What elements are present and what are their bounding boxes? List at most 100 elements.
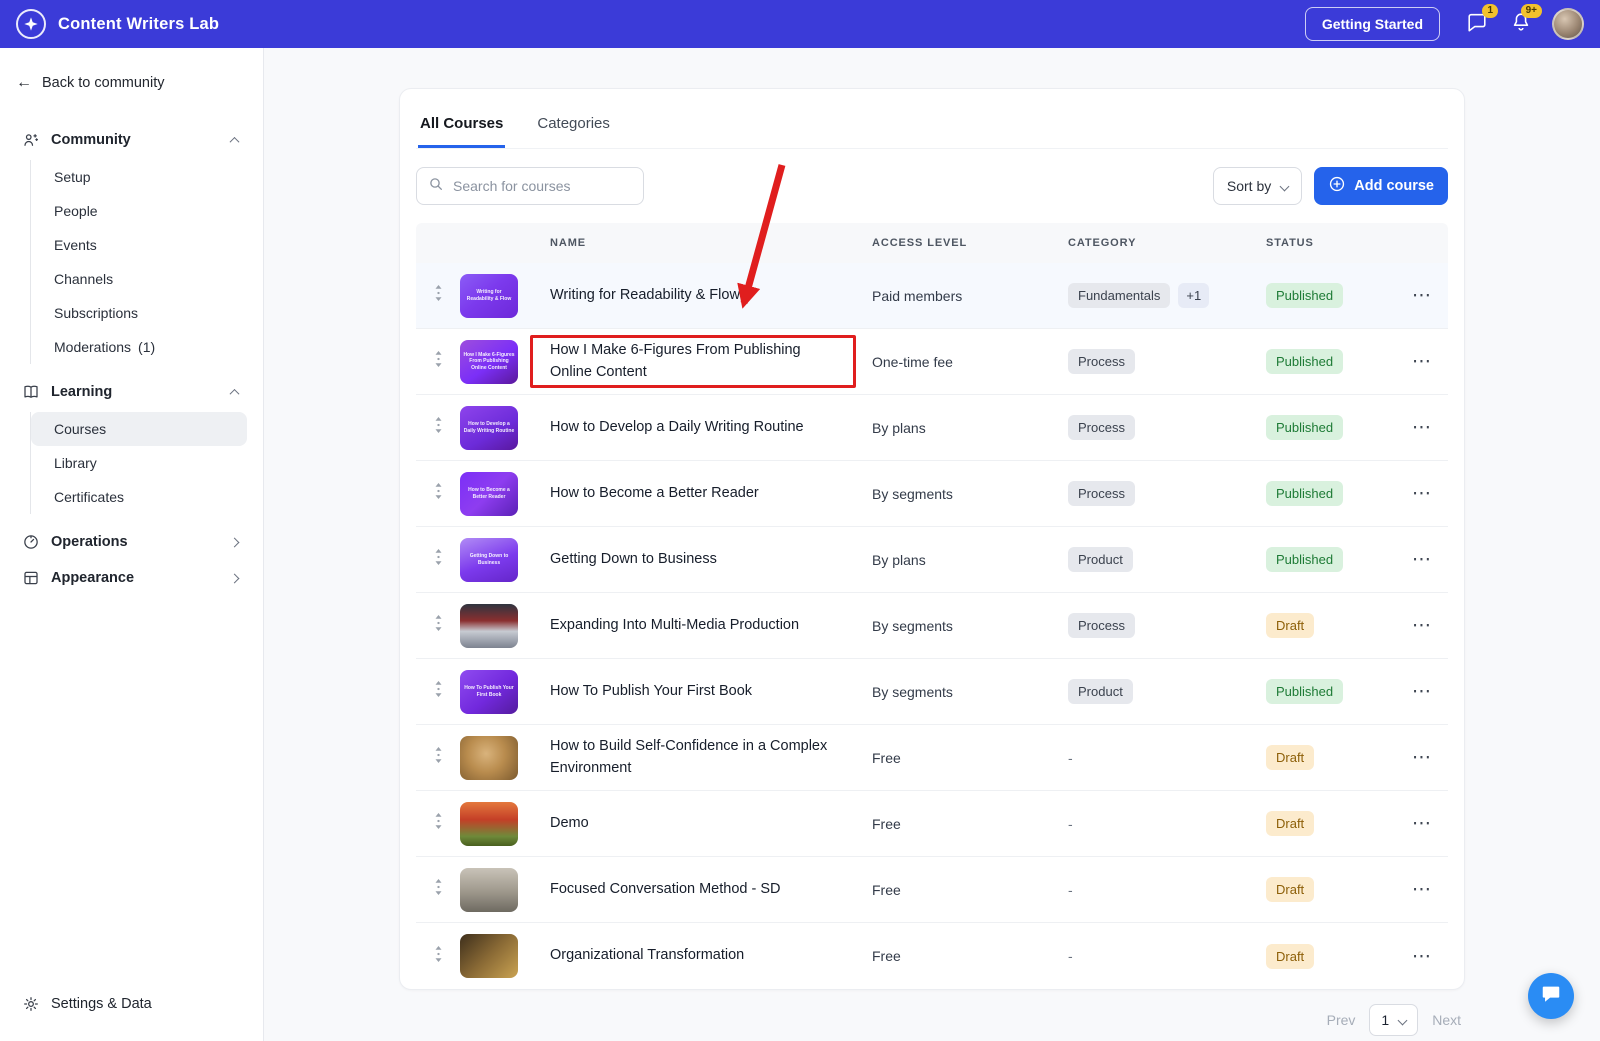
row-menu-button[interactable]: ⋯ [1412,747,1432,768]
getting-started-button[interactable]: Getting Started [1304,7,1440,41]
course-thumbnail[interactable] [460,934,518,978]
settings-and-data-link[interactable]: Settings & Data [16,987,247,1021]
course-thumbnail[interactable]: How to Become a Better Reader [460,471,518,516]
app-logo-icon[interactable] [16,9,46,39]
course-name[interactable]: How to Become a Better Reader [550,485,759,501]
next-page-button[interactable]: Next [1432,1012,1461,1028]
course-name[interactable]: How to Build Self-Confidence in a Comple… [550,738,827,776]
course-name[interactable]: Organizational Transformation [550,947,744,963]
notifications-button[interactable]: 9+ [1508,4,1542,37]
course-name-cell[interactable]: How I Make 6-Figures From Publishing Onl… [530,330,872,394]
course-thumbnail[interactable]: Writing for Readability & Flow [460,273,518,318]
course-thumbnail[interactable]: How I Make 6-Figures From Publishing Onl… [460,339,518,384]
sidebar-section-operations[interactable]: Operations [16,524,247,560]
course-thumbnail[interactable] [460,735,518,780]
drag-handle[interactable] [416,813,460,834]
sidebar-item-people[interactable]: People [31,194,247,228]
row-menu-button[interactable]: ⋯ [1412,879,1432,900]
row-menu-button[interactable]: ⋯ [1412,549,1432,570]
table-row: How To Publish Your First Book How To Pu… [416,659,1448,725]
add-course-button[interactable]: Add course [1314,167,1448,205]
course-thumbnail[interactable] [460,867,518,912]
course-name[interactable]: How I Make 6-Figures From Publishing Onl… [550,342,801,380]
course-name-cell[interactable]: Focused Conversation Method - SD [536,869,872,911]
drag-handle[interactable] [416,483,460,504]
sidebar-section-appearance[interactable]: Appearance [16,560,247,596]
course-name-cell[interactable]: How to Build Self-Confidence in a Comple… [536,726,872,790]
row-menu-button[interactable]: ⋯ [1412,813,1432,834]
drag-handle[interactable] [416,549,460,570]
course-name[interactable]: How to Develop a Daily Writing Routine [550,419,804,435]
drag-handle[interactable] [416,681,460,702]
course-thumbnail[interactable]: How To Publish Your First Book [460,669,518,714]
user-avatar[interactable] [1552,8,1584,40]
course-name[interactable]: How To Publish Your First Book [550,683,752,699]
sidebar-item-subscriptions[interactable]: Subscriptions [31,296,247,330]
sidebar-item-channels[interactable]: Channels [31,262,247,296]
sidebar-item-moderations[interactable]: Moderations (1) [31,330,247,364]
drag-handle-icon [432,417,445,438]
course-name[interactable]: Getting Down to Business [550,551,717,567]
course-name[interactable]: Focused Conversation Method - SD [550,881,781,897]
sidebar-item-library[interactable]: Library [31,446,247,480]
back-to-community-link[interactable]: ← Back to community [16,74,247,92]
sort-by-dropdown[interactable]: Sort by [1212,167,1303,205]
page-select[interactable]: 1 [1369,1004,1419,1036]
drag-handle[interactable] [416,417,460,438]
status-badge: Draft [1266,745,1315,770]
sidebar-item-certificates[interactable]: Certificates [31,480,247,514]
learning-items: Courses Library Certificates [30,412,247,514]
course-name-cell[interactable]: How To Publish Your First Book [536,671,872,713]
row-menu-button[interactable]: ⋯ [1412,417,1432,438]
row-menu-button[interactable]: ⋯ [1412,351,1432,372]
course-name-cell[interactable]: How to Become a Better Reader [536,473,872,515]
thumbnail-caption [486,756,492,760]
sidebar-section-learning[interactable]: Learning [16,374,247,410]
menu-cell: ⋯ [1396,416,1448,439]
course-name-cell[interactable]: How to Develop a Daily Writing Routine [536,407,872,449]
search-input[interactable] [453,178,634,194]
row-menu-button[interactable]: ⋯ [1412,946,1432,967]
status-cell: Published [1266,415,1396,440]
drag-handle[interactable] [416,615,460,636]
drag-handle[interactable] [416,285,460,306]
sidebar-item-setup[interactable]: Setup [31,160,247,194]
course-thumbnail[interactable] [460,603,518,648]
row-menu-button[interactable]: ⋯ [1412,615,1432,636]
tab-all-courses[interactable]: All Courses [418,103,506,148]
thumbnail-caption [486,954,492,958]
messages-button[interactable]: 1 [1464,4,1498,37]
course-thumbnail[interactable]: Getting Down to Business [460,537,518,582]
access-level: Free [872,749,901,766]
access-level: By plans [872,551,926,568]
row-menu-button[interactable]: ⋯ [1412,483,1432,504]
course-thumbnail[interactable]: How to Develop a Daily Writing Routine [460,405,518,450]
back-arrow-icon: ← [16,74,32,91]
course-name-cell[interactable]: Demo [536,803,872,845]
course-name[interactable]: Demo [550,815,589,831]
course-name-cell[interactable]: Organizational Transformation [536,935,872,977]
thumb-wrap [460,603,536,648]
course-name-cell[interactable]: Getting Down to Business [536,539,872,581]
sidebar-section-community[interactable]: Community [16,122,247,158]
sidebar-item-events[interactable]: Events [31,228,247,262]
course-thumbnail[interactable] [460,801,518,846]
drag-handle[interactable] [416,945,460,967]
learning-icon [22,383,40,401]
sidebar-item-courses[interactable]: Courses [31,412,247,446]
course-name-cell[interactable]: Writing for Readability & Flow [536,275,872,317]
chat-bubble-icon [1540,983,1562,1010]
drag-handle[interactable] [416,879,460,900]
drag-handle[interactable] [416,747,460,768]
chat-launcher-button[interactable] [1528,973,1574,1019]
tab-categories[interactable]: Categories [535,103,612,148]
status-badge: Draft [1266,613,1315,638]
drag-handle[interactable] [416,351,460,372]
row-menu-button[interactable]: ⋯ [1412,285,1432,306]
thumb-wrap: How to Become a Better Reader [460,471,536,516]
course-name-cell[interactable]: Expanding Into Multi-Media Production [536,605,872,647]
course-name[interactable]: Expanding Into Multi-Media Production [550,617,799,633]
row-menu-button[interactable]: ⋯ [1412,681,1432,702]
course-name[interactable]: Writing for Readability & Flow [550,287,740,303]
prev-page-button[interactable]: Prev [1327,1012,1356,1028]
